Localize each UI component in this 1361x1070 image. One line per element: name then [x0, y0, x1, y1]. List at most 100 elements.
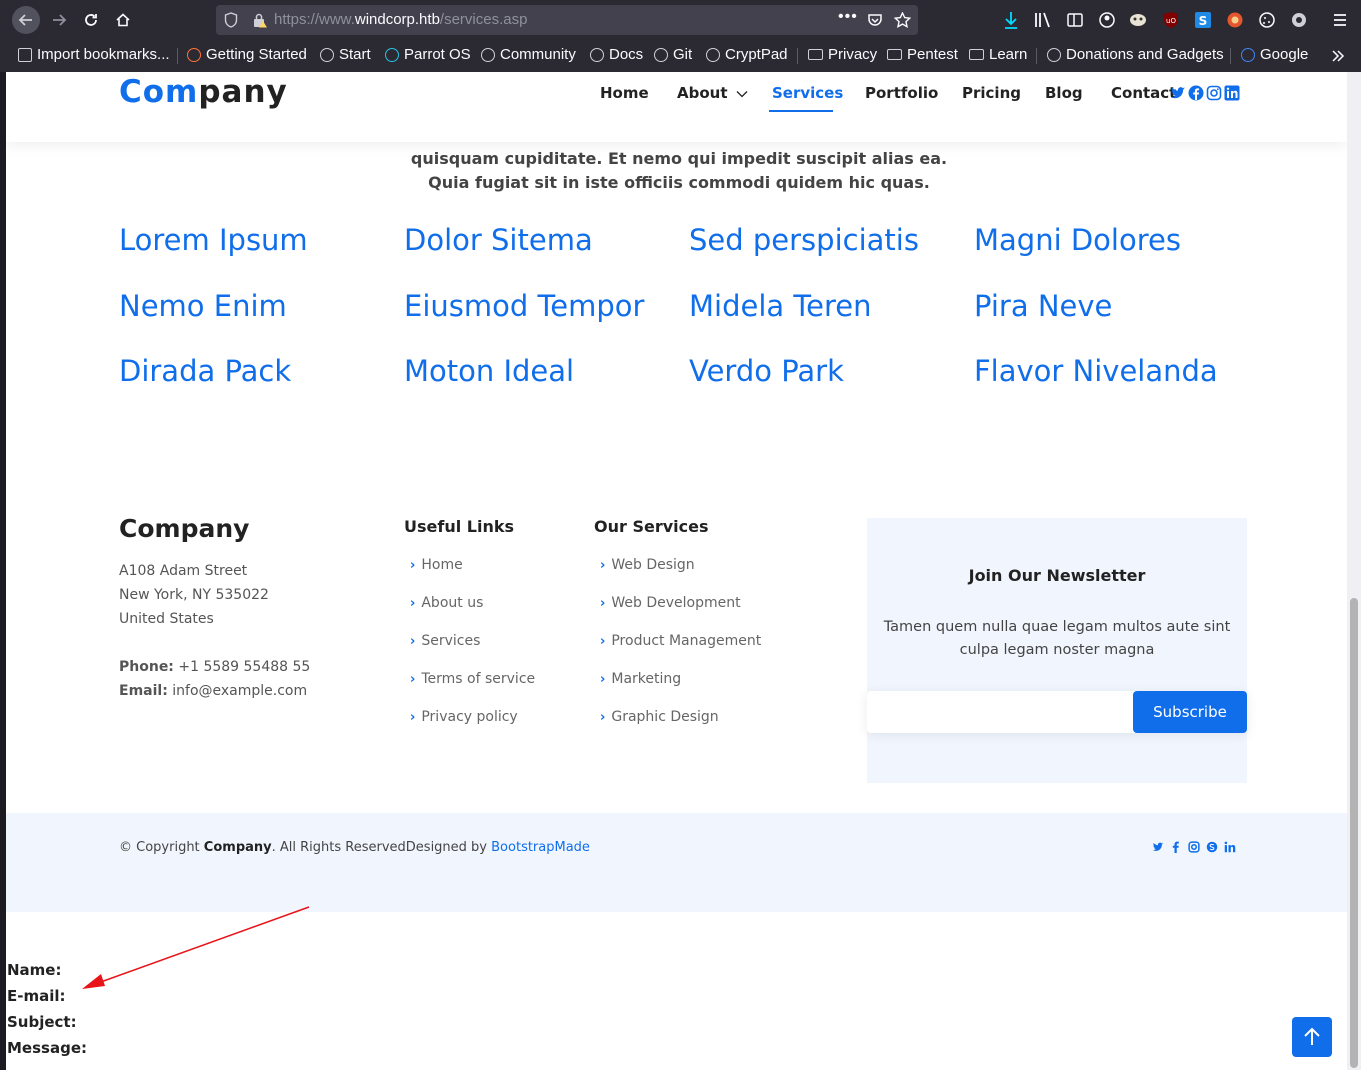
nav-active-indicator [769, 110, 833, 112]
subscribe-button[interactable]: Subscribe [1133, 691, 1247, 733]
footer-link-services[interactable]: › Services [410, 633, 480, 649]
phone-value: +1 5589 55488 55 [178, 659, 311, 675]
bookmark-label: Community [500, 46, 576, 63]
bookmark-google[interactable]: Google [1241, 46, 1308, 63]
scrollbar-thumb[interactable] [1350, 598, 1358, 1068]
insecure-lock-icon[interactable] [252, 12, 268, 28]
reader-view-icon[interactable] [1066, 10, 1084, 30]
footer-service-product-management[interactable]: › Product Management [600, 633, 761, 649]
bookmark-donations[interactable]: Donations and Gadgets [1047, 46, 1224, 63]
hamburger-menu-icon[interactable] [1332, 10, 1348, 30]
footer-bottom-bar: © Copyright Company. All Rights Reserved… [6, 813, 1347, 912]
extension-gear-icon[interactable] [1290, 10, 1308, 30]
pocket-icon[interactable] [867, 12, 883, 28]
home-button[interactable] [109, 6, 137, 34]
twitter-icon[interactable] [1170, 85, 1186, 101]
linkedin-icon[interactable] [1224, 841, 1236, 853]
service-link[interactable]: Moton Ideal [404, 354, 574, 388]
nav-home[interactable]: Home [600, 84, 649, 102]
nav-pricing[interactable]: Pricing [962, 84, 1021, 102]
bookmark-start[interactable]: Start [320, 46, 371, 63]
account-icon[interactable] [1098, 10, 1116, 30]
forward-button[interactable] [45, 6, 73, 34]
site-logo[interactable]: Company [119, 74, 288, 110]
bookmark-docs[interactable]: Docs [590, 46, 643, 63]
service-link[interactable]: Lorem Ipsum [119, 223, 308, 257]
extension-s-icon[interactable]: S [1194, 10, 1212, 30]
footer-service-marketing[interactable]: › Marketing [600, 671, 681, 687]
bookmark-folder-privacy[interactable]: Privacy [808, 46, 877, 63]
bookmark-folder-pentest[interactable]: Pentest [887, 46, 958, 63]
email-label: E-mail: [7, 987, 66, 1005]
instagram-icon[interactable] [1188, 841, 1200, 853]
instagram-icon[interactable] [1206, 85, 1222, 101]
nav-about[interactable]: About [677, 84, 748, 102]
bookmark-separator [177, 48, 178, 64]
linkedin-icon[interactable] [1224, 85, 1240, 101]
bookmark-git[interactable]: Git [654, 46, 692, 63]
facebook-icon[interactable] [1188, 85, 1204, 101]
service-link[interactable]: Dirada Pack [119, 354, 291, 388]
footer-service-web-design[interactable]: › Web Design [600, 557, 695, 573]
bookmark-import[interactable]: Import bookmarks... [18, 46, 170, 63]
service-link[interactable]: Nemo Enim [119, 289, 287, 323]
firefox-icon [187, 47, 201, 62]
designer-link[interactable]: BootstrapMade [491, 840, 590, 855]
service-link[interactable]: Midela Teren [689, 289, 872, 323]
home-icon [116, 13, 130, 27]
folder-icon [887, 49, 902, 60]
email-label: Email: [119, 683, 168, 699]
newsletter-text: Tamen quem nulla quae legam multos aute … [883, 619, 1231, 658]
twitter-icon[interactable] [1152, 841, 1164, 853]
bookmarks-overflow-icon[interactable] [1330, 49, 1346, 63]
bookmark-cryptpad[interactable]: CryptPad [706, 46, 788, 63]
nav-contact[interactable]: Contact [1111, 84, 1176, 102]
nav-blog[interactable]: Blog [1045, 84, 1083, 102]
nav-services[interactable]: Services [772, 84, 843, 102]
parrot-icon [385, 47, 399, 62]
extension-fox-icon[interactable] [1226, 10, 1244, 30]
cookie-icon[interactable] [1258, 10, 1276, 30]
footer-link-home[interactable]: › Home [410, 557, 463, 573]
bookmark-community[interactable]: Community [481, 46, 576, 63]
facebook-icon[interactable] [1170, 841, 1182, 853]
url-text: https://www.windcorp.htb/services.asp [274, 11, 527, 28]
service-link[interactable]: Flavor Nivelanda [974, 354, 1218, 388]
bookmark-star-icon[interactable] [894, 12, 911, 28]
subject-label: Subject: [7, 1013, 77, 1031]
bookmark-parrot-os[interactable]: Parrot OS [385, 46, 471, 63]
service-link[interactable]: Magni Dolores [974, 223, 1181, 257]
footer-service-web-development[interactable]: › Web Development [600, 595, 741, 611]
newsletter-box: Join Our Newsletter Tamen quem nulla qua… [867, 518, 1247, 783]
footer-link-privacy[interactable]: › Privacy policy [410, 709, 518, 725]
url-bar[interactable]: https://www.windcorp.htb/services.asp ••… [216, 5, 918, 35]
skype-icon[interactable] [1206, 841, 1218, 853]
footer-link-about[interactable]: › About us [410, 595, 483, 611]
reload-button[interactable] [77, 6, 105, 34]
service-link[interactable]: Dolor Sitema [404, 223, 593, 257]
bookmark-getting-started[interactable]: Getting Started [187, 46, 307, 63]
folder-icon [808, 49, 823, 60]
chevron-right-icon: › [600, 596, 606, 611]
download-icon[interactable] [1002, 10, 1020, 30]
footer-link-label: Terms of service [421, 671, 536, 687]
service-link[interactable]: Verdo Park [689, 354, 844, 388]
newsletter-email-input[interactable] [867, 691, 1137, 735]
service-link[interactable]: Sed perspiciatis [689, 223, 919, 257]
header-social-links [1170, 85, 1240, 101]
ublock-icon[interactable]: uO [1162, 10, 1180, 30]
shield-icon[interactable] [224, 12, 238, 28]
back-button[interactable] [12, 6, 40, 34]
bookmark-folder-learn[interactable]: Learn [969, 46, 1027, 63]
nav-portfolio[interactable]: Portfolio [865, 84, 938, 102]
footer-link-terms[interactable]: › Terms of service [410, 671, 535, 687]
footer-company-name: Company [119, 514, 250, 543]
library-icon[interactable] [1034, 10, 1052, 30]
back-to-top-button[interactable] [1292, 1017, 1332, 1057]
page-actions-icon[interactable]: ••• [838, 8, 858, 26]
service-link[interactable]: Eiusmod Tempor [404, 289, 644, 323]
extension-foxy-icon[interactable] [1129, 10, 1147, 30]
footer-service-graphic-design[interactable]: › Graphic Design [600, 709, 719, 725]
service-link[interactable]: Pira Neve [974, 289, 1112, 323]
chevron-right-icon: › [600, 634, 606, 649]
